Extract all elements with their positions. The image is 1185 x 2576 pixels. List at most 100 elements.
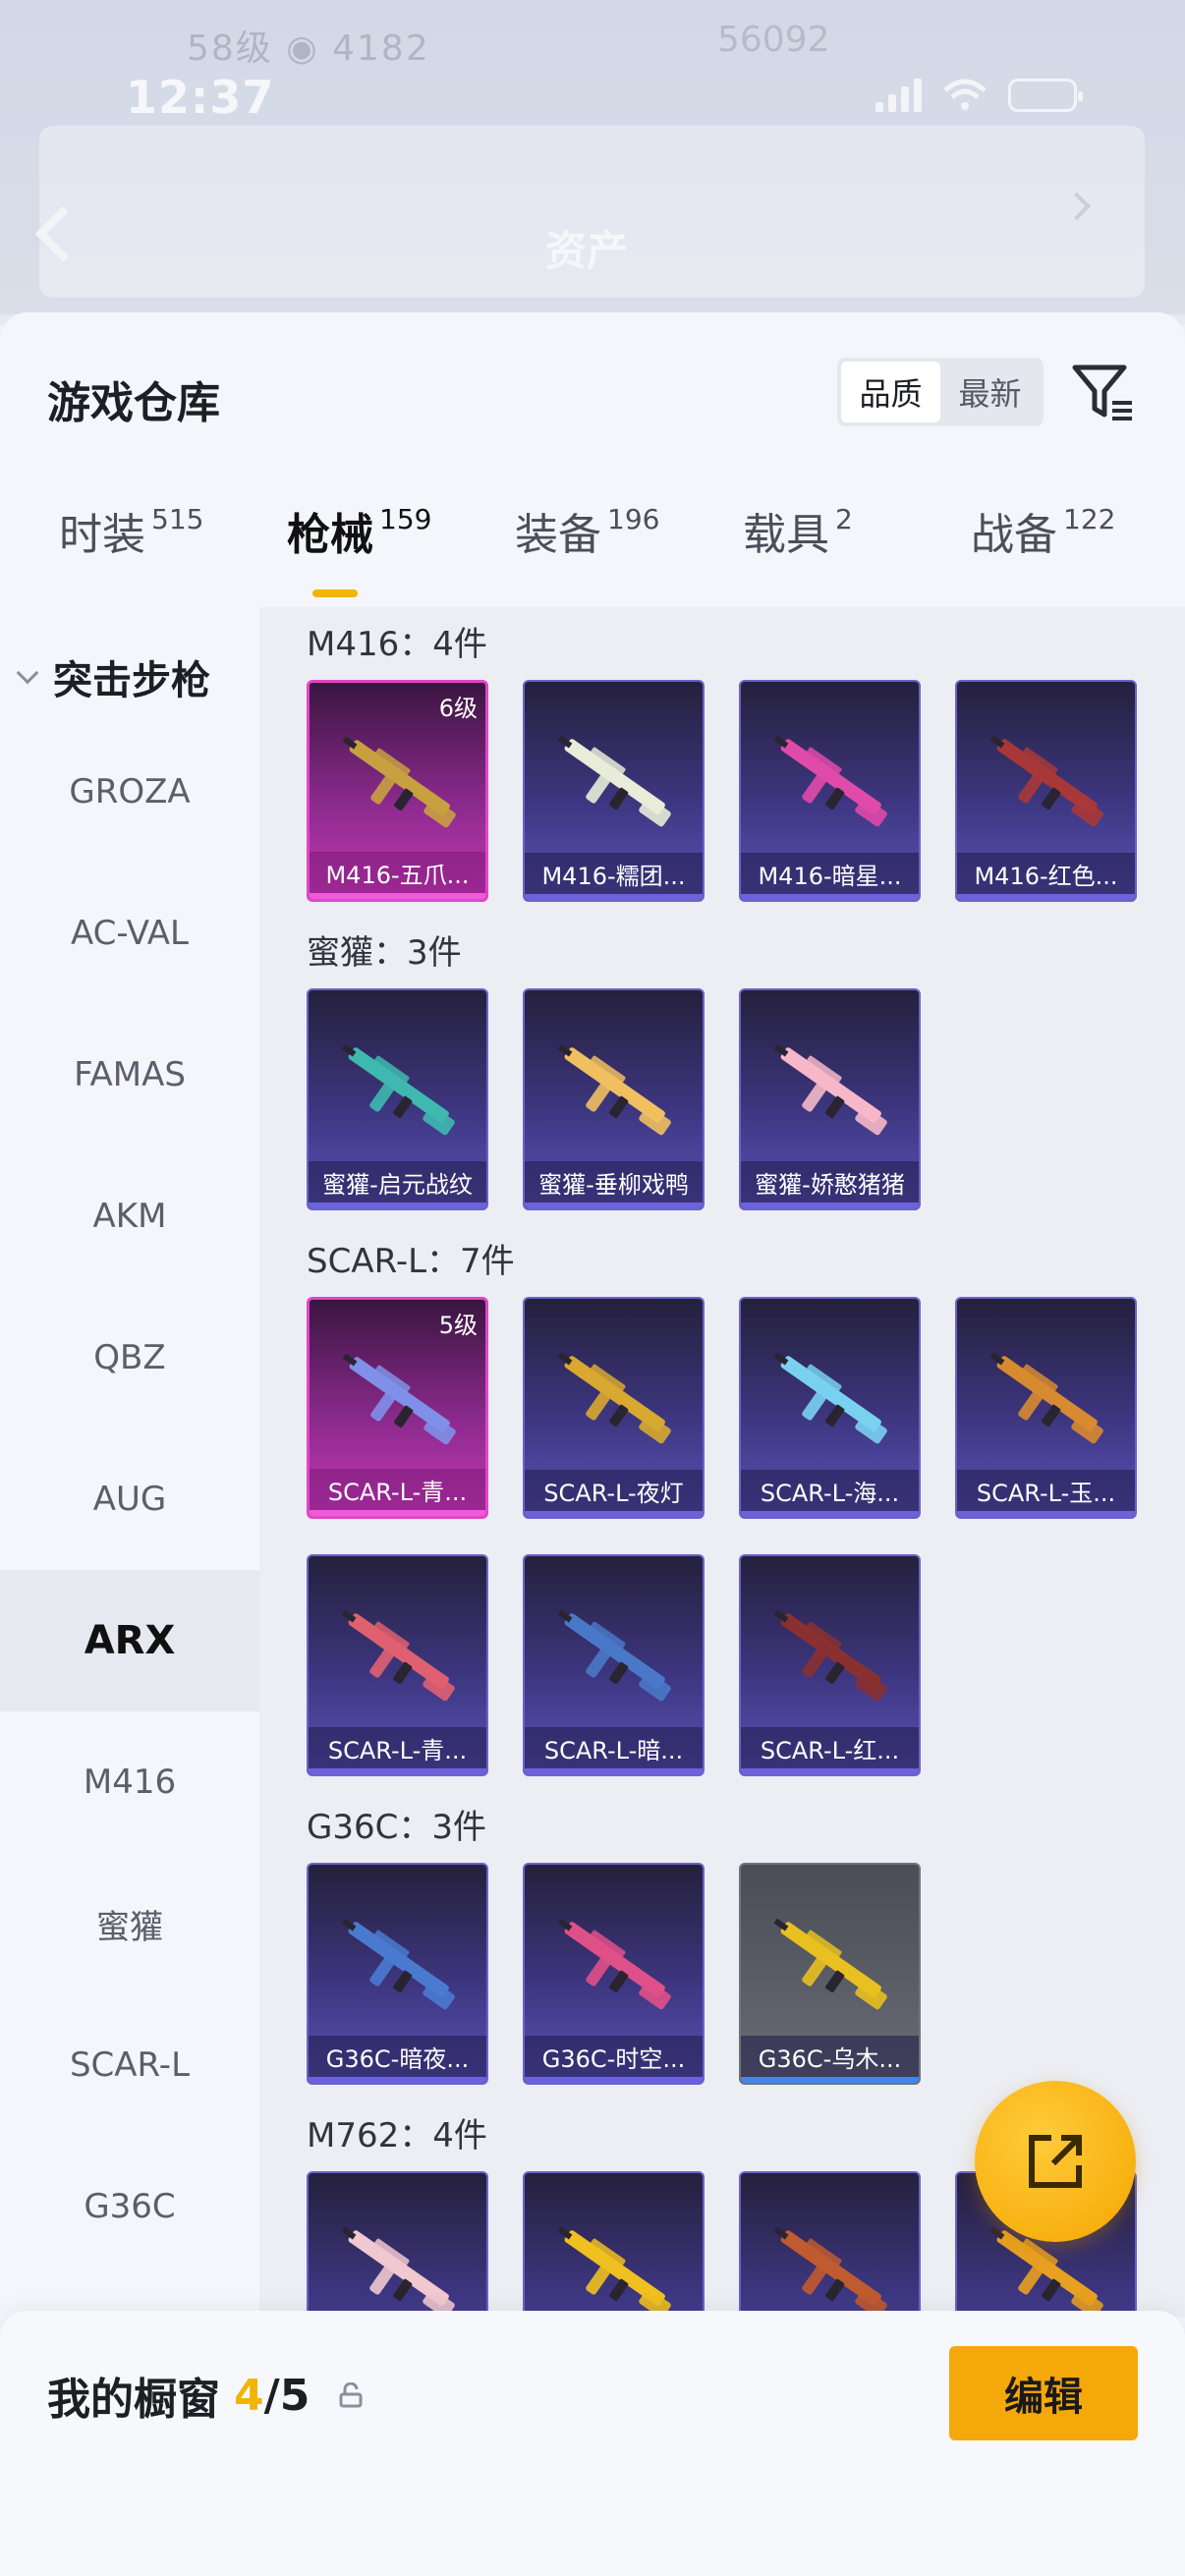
filter-icon[interactable]: [1071, 360, 1136, 424]
skin-name: M416-糯团...: [525, 853, 703, 900]
skin-name: SCAR-L-暗...: [525, 1727, 703, 1774]
skin-name: SCAR-L-玉...: [957, 1470, 1135, 1517]
skin-card[interactable]: G36C-时空...: [523, 1863, 705, 2085]
skin-name: G36C-时空...: [525, 2036, 703, 2083]
tab-label: 载具: [743, 510, 829, 560]
share-button[interactable]: [975, 2081, 1136, 2242]
chevron-down-icon: [16, 661, 39, 685]
skin-card[interactable]: M416-糯团...: [523, 680, 705, 902]
sidebar-item[interactable]: FAMAS: [0, 1004, 259, 1146]
sidebar-item[interactable]: 蜜獾: [0, 1853, 259, 1994]
weapon-icon: [341, 2226, 455, 2317]
skin-card[interactable]: SCAR-L-红...: [739, 1554, 921, 1776]
sidebar-item[interactable]: SCAR-L: [0, 1994, 259, 2136]
section-title: G36C：3件: [307, 1808, 486, 1847]
tab-label: 装备: [515, 510, 601, 560]
tab-supplies[interactable]: 战备 122: [971, 499, 1115, 562]
skin-card[interactable]: [523, 2171, 705, 2317]
skin-name: 蜜獾-垂柳戏鸭: [525, 1161, 703, 1208]
tab-count: 515: [151, 503, 204, 535]
skin-name: SCAR-L-海...: [741, 1470, 919, 1517]
skin-card[interactable]: M416-暗星...: [739, 680, 921, 902]
skin-card[interactable]: 蜜獾-垂柳戏鸭: [523, 988, 705, 1210]
skin-card[interactable]: 6级 M416-五爪...: [307, 680, 488, 902]
sidebar-item[interactable]: ARX: [0, 1570, 259, 1711]
tab-vehicles[interactable]: 载具 2: [743, 499, 853, 562]
weapon-icon: [341, 1609, 455, 1702]
skin-card[interactable]: 5级 SCAR-L-青...: [307, 1297, 488, 1519]
tab-fashion[interactable]: 时装 515: [59, 499, 203, 562]
skin-name: G36C-暗夜...: [309, 2036, 486, 2083]
weapon-icon: [342, 736, 456, 828]
backdrop-stats-2: 56092: [717, 20, 830, 60]
lock-icon: [339, 2382, 363, 2408]
sidebar-item[interactable]: AUG: [0, 1428, 259, 1570]
skin-card[interactable]: 蜜獾-启元战纹: [307, 988, 488, 1210]
skin-level-badge: 6级: [438, 695, 478, 722]
weapon-grid: M416：4件 6级 M416-五爪... M416-糯团... M416-暗星... M…: [259, 607, 1185, 2317]
skin-name: 蜜獾-娇憨猪猪: [741, 1161, 919, 1208]
weapon-icon: [773, 1352, 887, 1444]
weapon-icon: [341, 1918, 455, 2010]
weapon-icon: [557, 1043, 671, 1136]
sidebar-item[interactable]: G36C: [0, 2136, 259, 2277]
sort-latest-button[interactable]: 最新: [940, 362, 1040, 422]
sidebar-group-assault-rifles[interactable]: 突击步枪: [16, 648, 210, 705]
weapon-icon: [773, 735, 887, 827]
sidebar-item[interactable]: AC-VAL: [0, 863, 259, 1004]
sidebar-item[interactable]: GROZA: [0, 721, 259, 863]
signal-icon: [875, 79, 922, 112]
skin-name: SCAR-L-青...: [309, 1727, 486, 1774]
skin-card[interactable]: M416-红色...: [955, 680, 1137, 902]
skin-name: SCAR-L-夜灯: [525, 1470, 703, 1517]
skin-name: M416-五爪...: [310, 852, 485, 899]
skin-card[interactable]: SCAR-L-青...: [307, 1554, 488, 1776]
sidebar-item[interactable]: QBZ: [0, 1287, 259, 1428]
status-icons: [875, 79, 1083, 112]
skin-card[interactable]: G36C-暗夜...: [307, 1863, 488, 2085]
weapon-icon: [773, 1918, 887, 2010]
skin-card[interactable]: [307, 2171, 488, 2317]
tab-firearms[interactable]: 枪械 159: [287, 499, 431, 562]
weapon-icon: [342, 1353, 456, 1445]
showcase-info: 我的橱窗 4 /5: [47, 2364, 363, 2427]
category-tabs: 时装 515 枪械 159 装备 196 载具 2 战备 122: [0, 499, 1185, 607]
skin-card[interactable]: SCAR-L-夜灯: [523, 1297, 705, 1519]
weapon-icon: [341, 1043, 455, 1136]
weapon-icon: [773, 1609, 887, 1702]
skin-card[interactable]: [739, 2171, 921, 2317]
sidebar-group-label: 突击步枪: [53, 658, 210, 703]
sort-quality-button[interactable]: 品质: [841, 362, 940, 422]
skin-name: G36C-乌木...: [741, 2036, 919, 2083]
section-title: SCAR-L：7件: [307, 1242, 515, 1281]
weapon-icon: [557, 1609, 671, 1702]
section-title: M762：4件: [307, 2116, 487, 2156]
tab-count: 196: [607, 503, 660, 535]
skin-level-badge: 5级: [438, 1312, 478, 1339]
sidebar-item[interactable]: AKM: [0, 1146, 259, 1287]
weapon-icon: [557, 1918, 671, 2010]
status-time: 12:37: [126, 71, 275, 124]
share-icon: [1029, 2135, 1082, 2188]
skin-card[interactable]: G36C-乌木...: [739, 1863, 921, 2085]
skin-card[interactable]: 蜜獾-娇憨猪猪: [739, 988, 921, 1210]
skin-card[interactable]: SCAR-L-海...: [739, 1297, 921, 1519]
weapon-sidebar: 突击步枪 GROZA AC-VAL FAMAS AKM QBZ AUG ARX M416 蜜獾 S…: [0, 607, 259, 2576]
weapon-icon: [773, 2226, 887, 2317]
edit-button[interactable]: 编辑: [949, 2346, 1138, 2440]
skin-card[interactable]: SCAR-L-玉...: [955, 1297, 1137, 1519]
sidebar-item[interactable]: M416: [0, 1711, 259, 1853]
showcase-bar: 我的橱窗 4 /5 编辑: [0, 2311, 1185, 2576]
skin-card[interactable]: SCAR-L-暗...: [523, 1554, 705, 1776]
tab-count: 2: [835, 503, 853, 535]
weapon-icon: [773, 1043, 887, 1136]
skin-name: M416-暗星...: [741, 853, 919, 900]
weapon-icon: [557, 735, 671, 827]
wifi-icon: [943, 79, 987, 110]
backdrop-title: 资产: [545, 227, 629, 275]
tab-label: 时装: [59, 510, 145, 560]
tab-equipment[interactable]: 装备 196: [515, 499, 659, 562]
section-title: M416：4件: [307, 625, 487, 664]
weapon-icon: [557, 2226, 671, 2317]
warehouse-sheet: 游戏仓库 品质 最新 时装 515 枪械 159 装备 196 载具 2 战备 122 突…: [0, 312, 1185, 2576]
